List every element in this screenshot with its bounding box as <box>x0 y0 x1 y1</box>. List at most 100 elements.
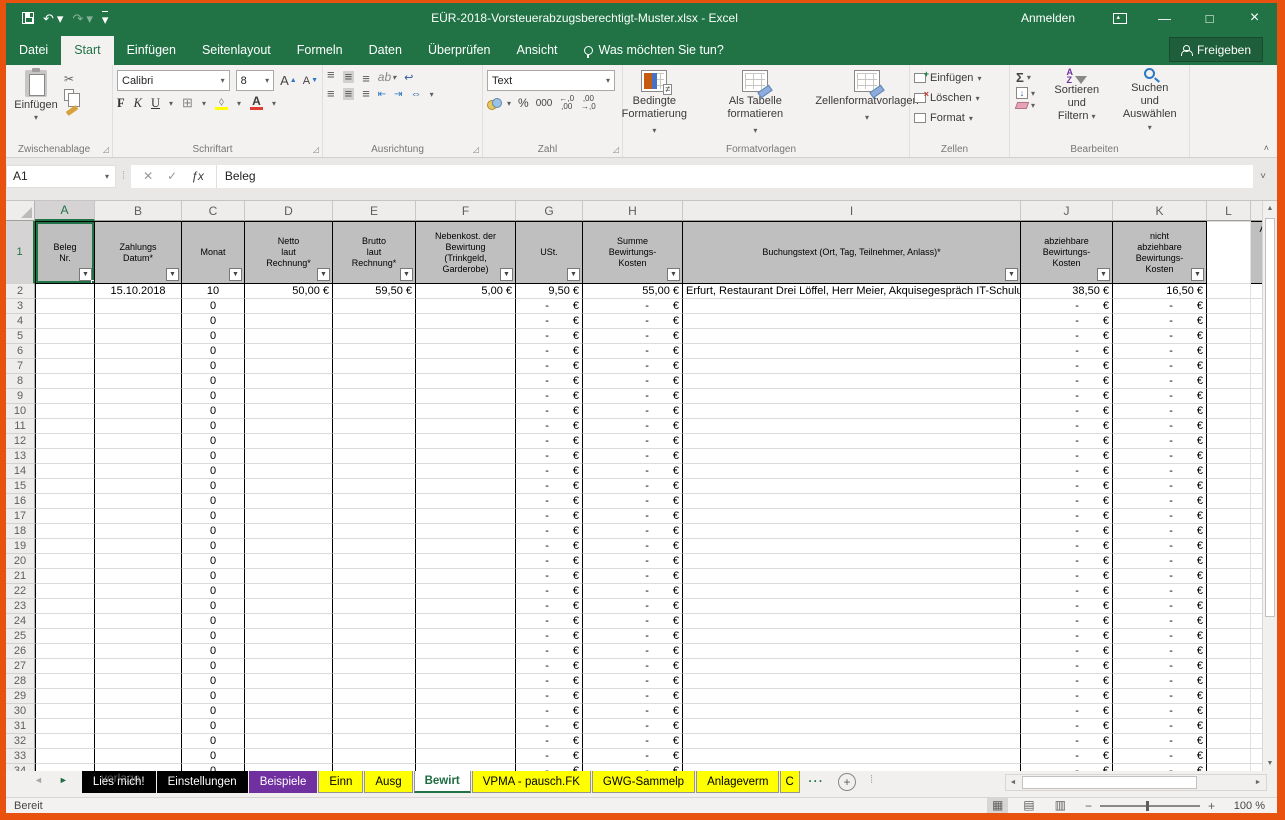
cell-F15[interactable] <box>416 479 516 494</box>
cell-F3[interactable] <box>416 299 516 314</box>
cell-A25[interactable] <box>35 629 95 644</box>
cell-F24[interactable] <box>416 614 516 629</box>
cell-M28[interactable] <box>1251 674 1262 689</box>
cell-C18[interactable]: 0 <box>182 524 245 539</box>
cell-K7[interactable]: - € <box>1113 359 1207 374</box>
cell-A5[interactable] <box>35 329 95 344</box>
row-header-6[interactable]: 6 <box>6 344 35 359</box>
cell-M14[interactable] <box>1251 464 1262 479</box>
cell-M20[interactable] <box>1251 554 1262 569</box>
cell-D7[interactable] <box>245 359 333 374</box>
cell-C11[interactable]: 0 <box>182 419 245 434</box>
cell-D4[interactable] <box>245 314 333 329</box>
cell-M1[interactable]: AntA <box>1251 221 1262 284</box>
cell-L8[interactable] <box>1207 374 1251 389</box>
cell-I1[interactable]: Buchungstext (Ort, Tag, Teilnehmer, Anla… <box>683 221 1021 284</box>
prev-sheet-icon[interactable]: ◄ <box>34 775 43 785</box>
font-size-dropdown-icon[interactable]: ▾ <box>265 76 269 85</box>
cell-J13[interactable]: - € <box>1021 449 1113 464</box>
cell-D32[interactable] <box>245 734 333 749</box>
filter-dropdown-icon[interactable]: ▼ <box>229 268 242 281</box>
ribbon-display-options-button[interactable] <box>1097 3 1142 33</box>
paste-dropdown-icon[interactable]: ▾ <box>34 113 38 122</box>
cell-H22[interactable]: - € <box>583 584 683 599</box>
cell-I21[interactable] <box>683 569 1021 584</box>
cell-K20[interactable]: - € <box>1113 554 1207 569</box>
cell-D8[interactable] <box>245 374 333 389</box>
cell-L16[interactable] <box>1207 494 1251 509</box>
ribbon-tab-formeln[interactable]: Formeln <box>284 36 356 65</box>
cell-I31[interactable] <box>683 719 1021 734</box>
cell-G13[interactable]: - € <box>516 449 583 464</box>
cell-A1[interactable]: Beleg Nr. ▼ <box>35 221 95 284</box>
row-header-32[interactable]: 32 <box>6 734 35 749</box>
name-box[interactable]: A1 ▾ <box>6 164 116 188</box>
cell-I24[interactable] <box>683 614 1021 629</box>
copy-icon[interactable] <box>64 89 80 107</box>
cell-E2[interactable]: 59,50 € <box>333 284 416 299</box>
cell-F1[interactable]: Nebenkost. der Bewirtung (Trinkgeld, Garder… <box>416 221 516 284</box>
row-header-24[interactable]: 24 <box>6 614 35 629</box>
cell-M22[interactable] <box>1251 584 1262 599</box>
cell-C29[interactable]: 0 <box>182 689 245 704</box>
cell-G4[interactable]: - € <box>516 314 583 329</box>
cell-G22[interactable]: - € <box>516 584 583 599</box>
cell-M6[interactable] <box>1251 344 1262 359</box>
cell-K23[interactable]: - € <box>1113 599 1207 614</box>
cell-M23[interactable] <box>1251 599 1262 614</box>
cell-L24[interactable] <box>1207 614 1251 629</box>
scroll-left-icon[interactable]: ◄ <box>1006 779 1020 786</box>
cell-G32[interactable]: - € <box>516 734 583 749</box>
cell-D29[interactable] <box>245 689 333 704</box>
sheet-tab-c[interactable]: C <box>780 771 801 793</box>
row-header-33[interactable]: 33 <box>6 749 35 764</box>
align-right-icon[interactable]: ≡ <box>362 87 370 100</box>
cell-D28[interactable] <box>245 674 333 689</box>
cell-L20[interactable] <box>1207 554 1251 569</box>
cell-G1[interactable]: USt. ▼ <box>516 221 583 284</box>
cell-E12[interactable] <box>333 434 416 449</box>
cell-J14[interactable]: - € <box>1021 464 1113 479</box>
cell-F14[interactable] <box>416 464 516 479</box>
cell-C12[interactable]: 0 <box>182 434 245 449</box>
row-header-17[interactable]: 17 <box>6 509 35 524</box>
cell-K2[interactable]: 16,50 € <box>1113 284 1207 299</box>
cell-C23[interactable]: 0 <box>182 599 245 614</box>
cell-D21[interactable] <box>245 569 333 584</box>
decrease-decimal-icon[interactable]: ,00 →,0 <box>581 95 596 111</box>
cell-H30[interactable]: - € <box>583 704 683 719</box>
cell-H10[interactable]: - € <box>583 404 683 419</box>
cell-E31[interactable] <box>333 719 416 734</box>
row-header-23[interactable]: 23 <box>6 599 35 614</box>
cell-C25[interactable]: 0 <box>182 629 245 644</box>
cell-A2[interactable] <box>35 284 95 299</box>
cell-G15[interactable]: - € <box>516 479 583 494</box>
cell-C33[interactable]: 0 <box>182 749 245 764</box>
cell-F2[interactable]: 5,00 € <box>416 284 516 299</box>
cell-D34[interactable] <box>245 764 333 771</box>
font-name-dropdown-icon[interactable]: ▾ <box>221 76 225 85</box>
cell-H29[interactable]: - € <box>583 689 683 704</box>
normal-view-icon[interactable]: ▦ <box>986 798 1009 813</box>
orientation-icon[interactable]: ab ▾ <box>378 70 396 84</box>
shrink-font-button[interactable]: A ▼ <box>303 75 318 87</box>
cell-H6[interactable]: - € <box>583 344 683 359</box>
cell-H3[interactable]: - € <box>583 299 683 314</box>
zoom-slider[interactable] <box>1099 800 1200 811</box>
cell-I26[interactable] <box>683 644 1021 659</box>
zoom-in-icon[interactable]: + <box>1208 799 1215 813</box>
cell-E3[interactable] <box>333 299 416 314</box>
filter-dropdown-icon[interactable]: ▼ <box>1097 268 1110 281</box>
cell-H15[interactable]: - € <box>583 479 683 494</box>
cell-A13[interactable] <box>35 449 95 464</box>
maximize-button[interactable]: □ <box>1187 3 1232 33</box>
cell-I27[interactable] <box>683 659 1021 674</box>
cell-B15[interactable] <box>95 479 182 494</box>
cell-F32[interactable] <box>416 734 516 749</box>
row-header-15[interactable]: 15 <box>6 479 35 494</box>
cell-F23[interactable] <box>416 599 516 614</box>
cell-B14[interactable] <box>95 464 182 479</box>
cell-E5[interactable] <box>333 329 416 344</box>
cell-K18[interactable]: - € <box>1113 524 1207 539</box>
cell-G33[interactable]: - € <box>516 749 583 764</box>
